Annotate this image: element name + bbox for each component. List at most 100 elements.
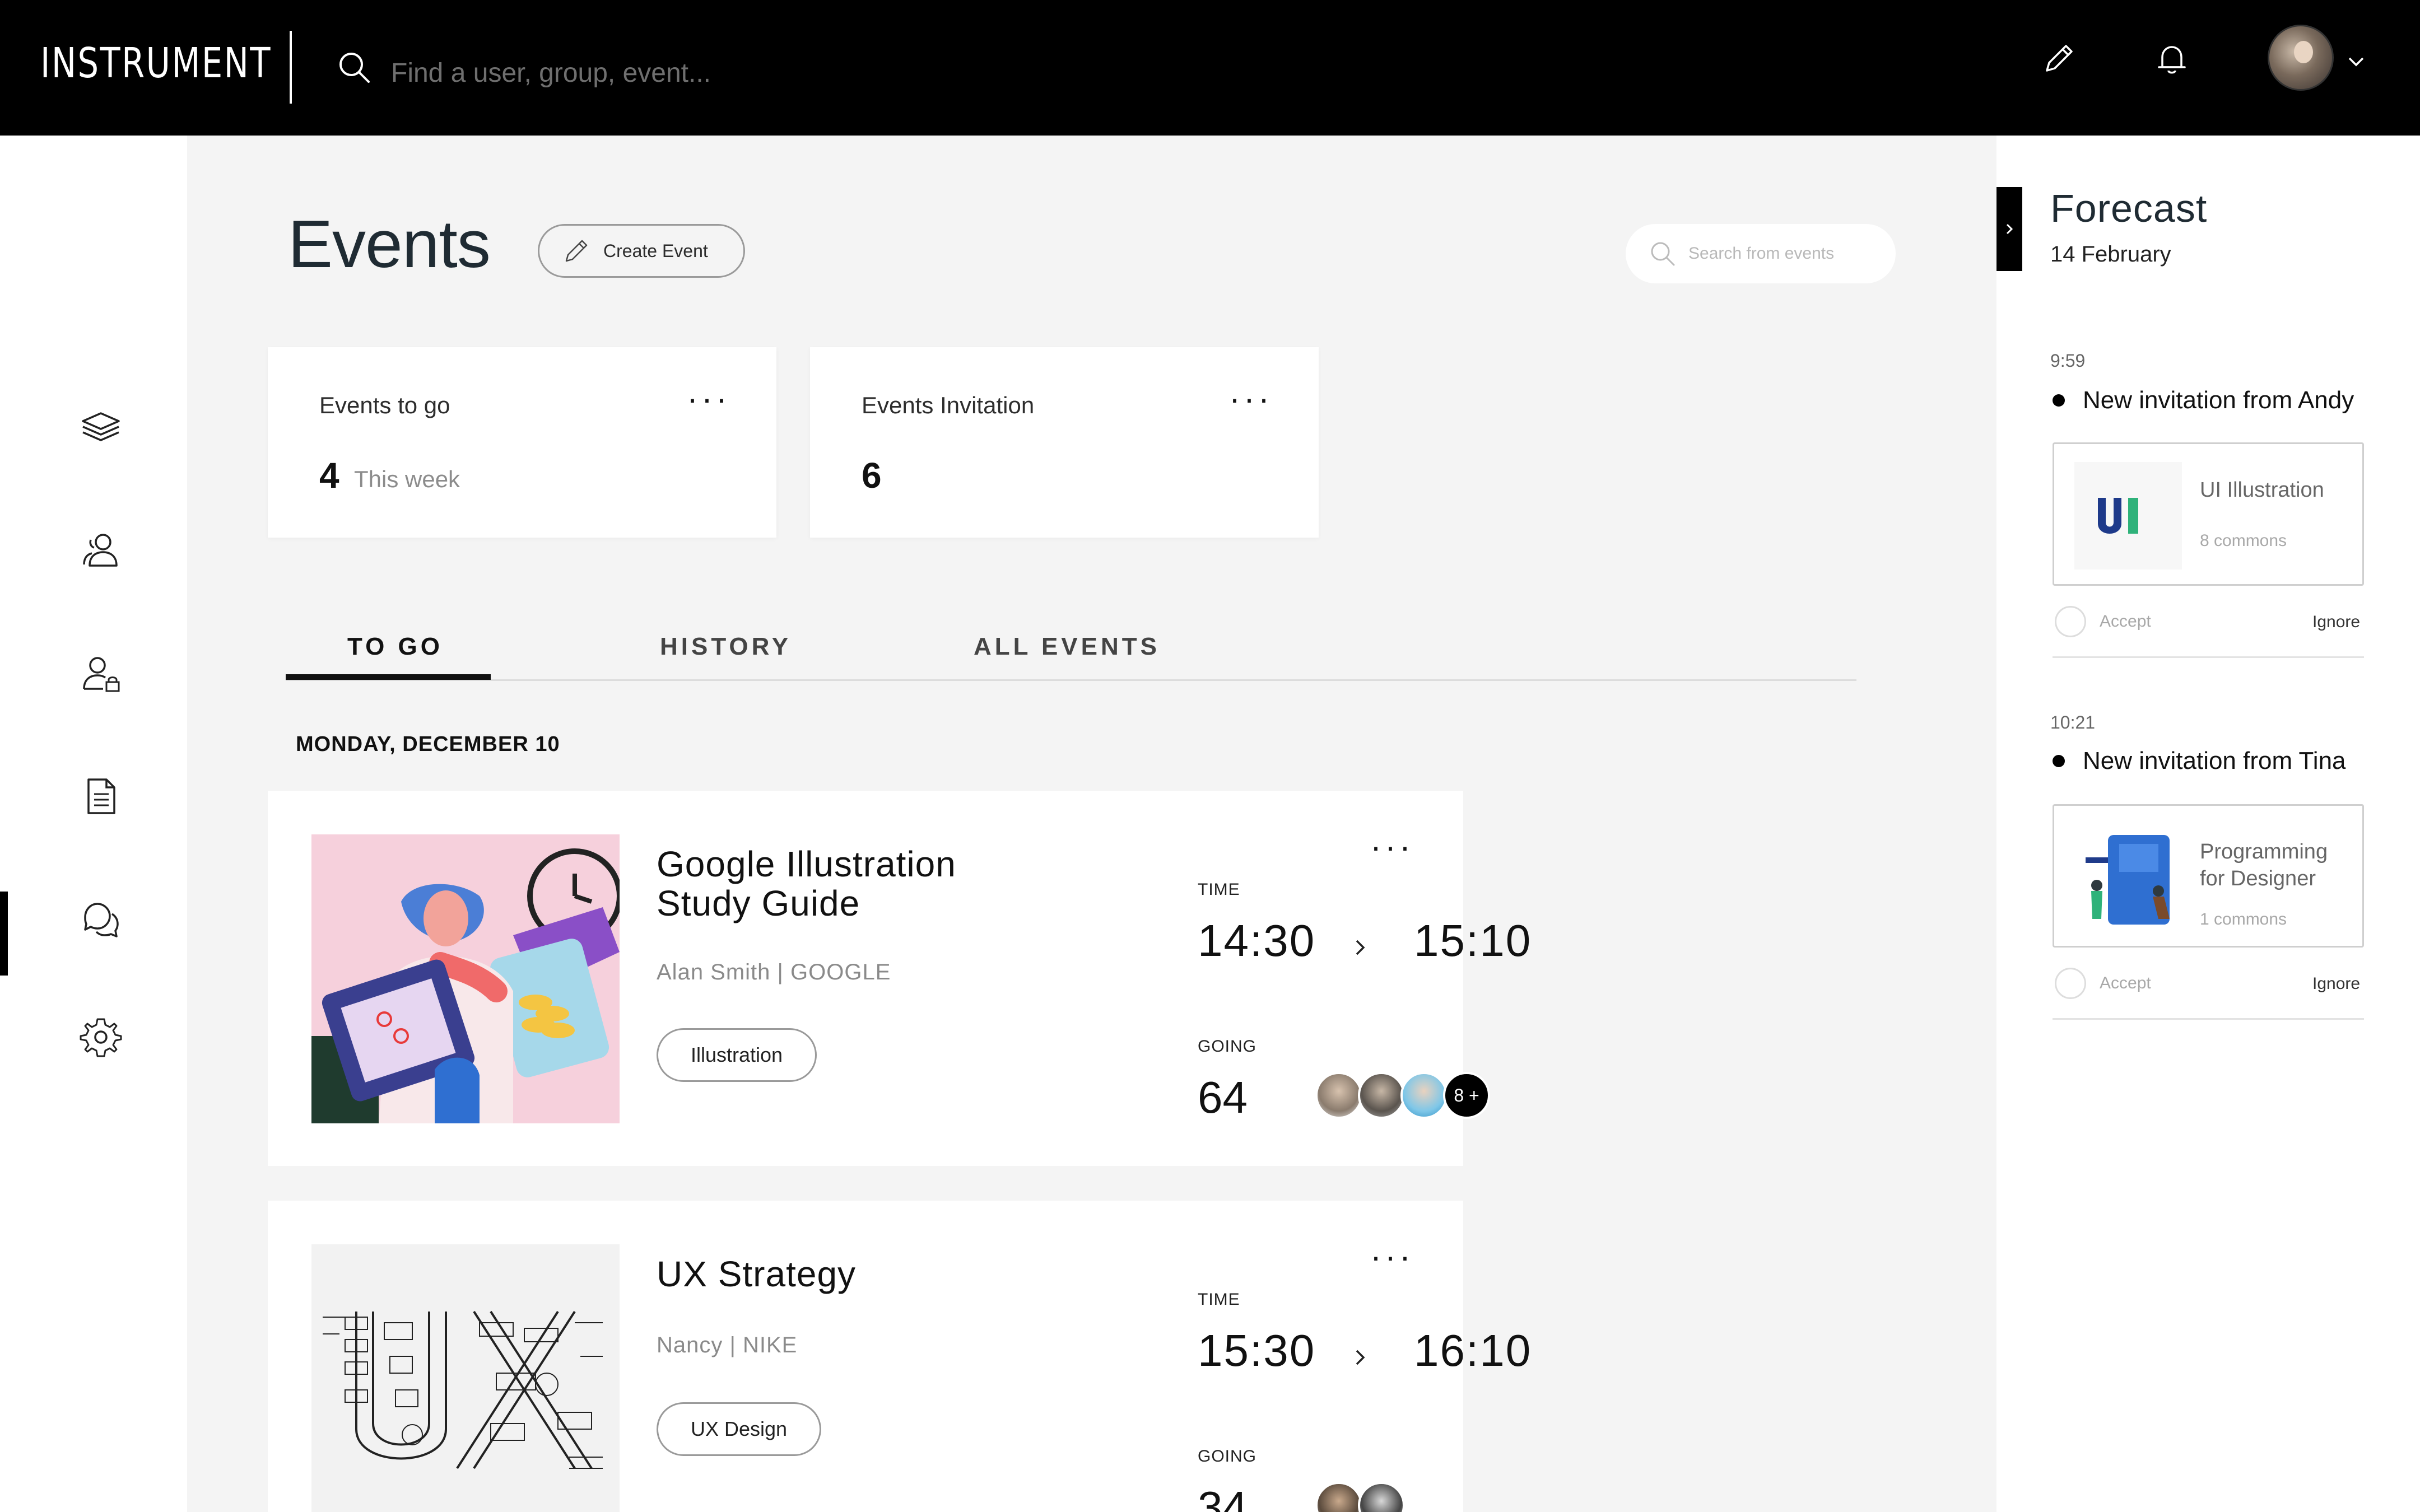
layers-icon[interactable]: [78, 404, 123, 449]
accept-radio-icon: [2055, 606, 2086, 637]
tab-history[interactable]: HISTORY: [660, 633, 792, 661]
ui-illustration-logo: [2074, 462, 2182, 570]
pencil-icon: [565, 240, 588, 262]
invitation-commons: 8 commons: [2200, 531, 2287, 550]
end-time: 15:10: [1414, 916, 1532, 965]
event-author: Nancy | NIKE: [657, 1333, 798, 1357]
ignore-button[interactable]: Ignore: [2312, 974, 2360, 993]
logo-divider: [290, 31, 292, 104]
search-icon: [339, 53, 370, 83]
invitation-commons: 1 commons: [2200, 910, 2287, 928]
stat-card-events-to-go[interactable]: Events to go ··· 4 This week: [268, 347, 776, 538]
start-time: 15:30: [1198, 1326, 1316, 1375]
forecast-date: 14 February: [2050, 242, 2171, 267]
bell-icon[interactable]: [2152, 39, 2191, 78]
invitation-title[interactable]: UI Illustration: [2200, 477, 2357, 503]
users-icon[interactable]: [78, 528, 123, 572]
more-attendees-badge[interactable]: 8 +: [1443, 1072, 1490, 1119]
event-card[interactable]: Google Illustration Study Guide Alan Smi…: [268, 791, 1530, 1166]
time-label: TIME: [1198, 1290, 1240, 1309]
stat-sub: This week: [354, 466, 460, 492]
time-label: TIME: [1198, 880, 1240, 899]
divider: [2053, 656, 2364, 658]
sidebar-active-indicator: [0, 892, 8, 976]
events-search[interactable]: [1626, 224, 1896, 283]
event-author: Alan Smith | GOOGLE: [657, 960, 891, 984]
attendee-avatar[interactable]: [1358, 1482, 1405, 1512]
event-tabs: TO GO HISTORY ALL EVENTS: [286, 616, 1856, 681]
divider: [2053, 1018, 2364, 1020]
accept-button[interactable]: Accept: [2055, 968, 2151, 999]
chevron-right-icon: [1356, 940, 1365, 955]
create-event-label: Create Event: [603, 240, 708, 261]
attendee-avatar[interactable]: [1315, 1072, 1362, 1119]
bullet-icon: [2053, 394, 2065, 407]
more-options-icon[interactable]: ···: [1370, 1240, 1414, 1273]
going-count: 64: [1198, 1072, 1248, 1122]
event-card[interactable]: UX Strategy Nancy | NIKE UX Design ··· T…: [268, 1201, 1530, 1512]
notification-text: New invitation from Andy: [2083, 386, 2354, 414]
accept-radio-icon: [2055, 968, 2086, 999]
more-options-icon[interactable]: ···: [1370, 830, 1414, 864]
page-title: Events: [288, 207, 491, 282]
search-icon: [1651, 242, 1675, 266]
invitation-title[interactable]: Programming for Designer: [2200, 838, 2357, 892]
more-options-icon[interactable]: ···: [687, 382, 730, 416]
event-title[interactable]: UX Strategy: [657, 1254, 1049, 1294]
ignore-button[interactable]: Ignore: [2312, 613, 2360, 632]
stat-label: Events to go: [319, 392, 450, 418]
app-logo[interactable]: INSTRUMENT: [40, 39, 272, 87]
tab-all-events[interactable]: ALL EVENTS: [974, 633, 1160, 661]
notification-message: New invitation from Andy: [2053, 386, 2354, 414]
attendee-avatar[interactable]: [1315, 1482, 1362, 1512]
event-title[interactable]: Google Illustration Study Guide: [657, 844, 1049, 923]
main-content: Events Create Event Events to go ··· 4 T…: [187, 136, 1997, 1512]
going-label: GOING: [1198, 1447, 1257, 1466]
pencil-icon[interactable]: [2039, 39, 2078, 78]
chevron-down-icon[interactable]: [2345, 50, 2367, 73]
notification-time: 10:21: [2050, 712, 2096, 732]
create-event-button[interactable]: Create Event: [538, 224, 745, 278]
day-header: MONDAY, DECEMBER 10: [296, 732, 560, 756]
invitation-card[interactable]: Programming for Designer 1 commons: [2053, 804, 2364, 948]
attendee-avatar[interactable]: [1400, 1072, 1448, 1119]
going-count: 34: [1198, 1482, 1248, 1512]
event-tag[interactable]: UX Design: [657, 1402, 822, 1456]
forecast-panel: Forecast 14 February 9:59 New invitation…: [1997, 136, 2420, 1512]
notification-text: New invitation from Tina: [2083, 747, 2346, 774]
start-time: 14:30: [1198, 916, 1316, 965]
stat-value: 4: [319, 455, 339, 496]
accept-label: Accept: [2100, 612, 2151, 631]
document-icon[interactable]: [78, 774, 123, 819]
gear-icon[interactable]: [78, 1015, 123, 1060]
stat-label: Events Invitation: [862, 392, 1035, 418]
sidebar: [0, 136, 187, 1512]
programming-illustration: [2074, 824, 2182, 931]
user-lock-icon[interactable]: [78, 651, 123, 696]
stat-card-events-invitation[interactable]: Events Invitation ··· 6: [810, 347, 1319, 538]
user-avatar[interactable]: [2268, 25, 2334, 91]
attendee-avatar[interactable]: [1358, 1072, 1405, 1119]
bullet-icon: [2053, 755, 2065, 767]
invitation-card[interactable]: UI Illustration 8 commons: [2053, 442, 2364, 586]
tab-to-go[interactable]: TO GO: [347, 633, 443, 661]
panel-toggle[interactable]: [1997, 187, 2022, 271]
chat-icon[interactable]: [78, 897, 123, 942]
top-bar: INSTRUMENT: [0, 0, 2420, 136]
accept-button[interactable]: Accept: [2055, 606, 2151, 637]
chevron-right-icon: [2006, 223, 2013, 235]
event-tag[interactable]: Illustration: [657, 1028, 817, 1082]
stat-value: 6: [862, 455, 882, 496]
chevron-right-icon: [1356, 1350, 1365, 1365]
forecast-title: Forecast: [2050, 186, 2208, 230]
events-search-input[interactable]: [1688, 244, 1890, 263]
event-thumbnail: [311, 1244, 620, 1512]
end-time: 16:10: [1414, 1326, 1532, 1375]
accept-label: Accept: [2100, 974, 2151, 992]
event-thumbnail: [311, 834, 620, 1123]
active-tab-indicator: [286, 674, 491, 680]
more-options-icon[interactable]: ···: [1229, 382, 1273, 416]
notification-time: 9:59: [2050, 351, 2086, 371]
going-label: GOING: [1198, 1037, 1257, 1056]
global-search-input[interactable]: [391, 52, 1063, 94]
